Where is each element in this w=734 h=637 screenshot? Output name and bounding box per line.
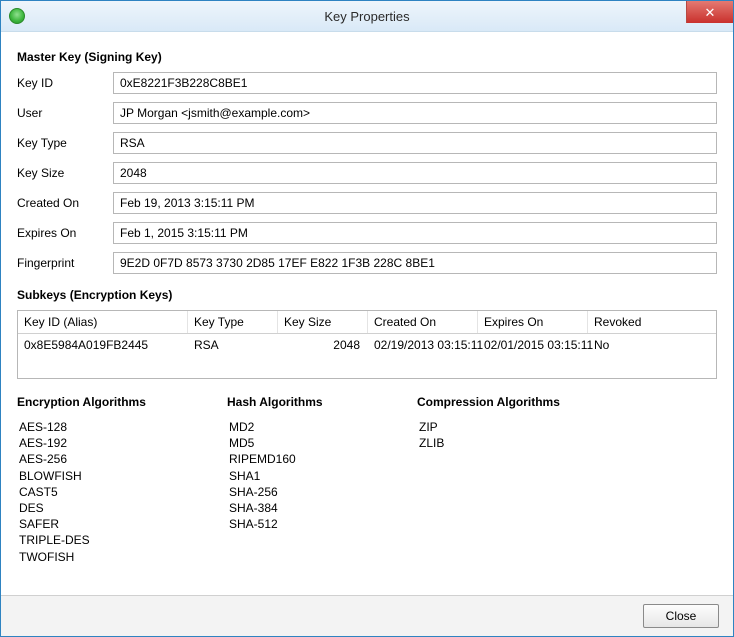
list-item: ZIP	[417, 419, 587, 435]
col-revoked[interactable]: Revoked	[588, 311, 716, 333]
list-item: SHA-512	[227, 516, 377, 532]
hash-algorithms: Hash Algorithms MD2MD5RIPEMD160SHA1SHA-2…	[227, 395, 377, 565]
master-key-form: Key ID 0xE8221F3B228C8BE1 User JP Morgan…	[17, 72, 717, 274]
label-expires-on: Expires On	[17, 226, 107, 240]
label-fingerprint: Fingerprint	[17, 256, 107, 270]
list-item: AES-192	[17, 435, 187, 451]
label-user: User	[17, 106, 107, 120]
label-key-size: Key Size	[17, 166, 107, 180]
subkeys-header-row: Key ID (Alias) Key Type Key Size Created…	[18, 311, 716, 334]
compression-list: ZIPZLIB	[417, 419, 587, 451]
label-key-type: Key Type	[17, 136, 107, 150]
field-expires-on[interactable]: Feb 1, 2015 3:15:11 PM	[113, 222, 717, 244]
cell-created-on: 02/19/2013 03:15:11	[368, 334, 478, 356]
list-item: SHA1	[227, 468, 377, 484]
key-properties-window: Key Properties ✕ Master Key (Signing Key…	[0, 0, 734, 637]
cell-key-type: RSA	[188, 334, 278, 356]
subkeys-table: Key ID (Alias) Key Type Key Size Created…	[17, 310, 717, 379]
list-item: SAFER	[17, 516, 187, 532]
field-key-type[interactable]: RSA	[113, 132, 717, 154]
master-key-heading: Master Key (Signing Key)	[17, 50, 717, 64]
field-key-size[interactable]: 2048	[113, 162, 717, 184]
compression-algorithms: Compression Algorithms ZIPZLIB	[417, 395, 587, 565]
hash-list: MD2MD5RIPEMD160SHA1SHA-256SHA-384SHA-512	[227, 419, 377, 532]
list-item: AES-128	[17, 419, 187, 435]
list-item: BLOWFISH	[17, 468, 187, 484]
window-close-button[interactable]: ✕	[686, 1, 733, 23]
algorithms-section: Encryption Algorithms AES-128AES-192AES-…	[17, 395, 717, 565]
hash-heading: Hash Algorithms	[227, 395, 377, 409]
col-key-size[interactable]: Key Size	[278, 311, 368, 333]
cell-key-size: 2048	[278, 334, 368, 356]
list-item: TWOFISH	[17, 549, 187, 565]
app-icon	[9, 8, 25, 24]
list-item: SHA-384	[227, 500, 377, 516]
label-key-id: Key ID	[17, 76, 107, 90]
col-key-id-alias[interactable]: Key ID (Alias)	[18, 311, 188, 333]
list-item: RIPEMD160	[227, 451, 377, 467]
list-item: AES-256	[17, 451, 187, 467]
list-item: ZLIB	[417, 435, 587, 451]
subkeys-heading: Subkeys (Encryption Keys)	[17, 288, 717, 302]
titlebar: Key Properties ✕	[1, 1, 733, 32]
content-area: Master Key (Signing Key) Key ID 0xE8221F…	[1, 32, 733, 595]
encryption-list: AES-128AES-192AES-256BLOWFISHCAST5DESSAF…	[17, 419, 187, 565]
col-key-type[interactable]: Key Type	[188, 311, 278, 333]
cell-key-id-alias: 0x8E5984A019FB2445	[18, 334, 188, 356]
field-user[interactable]: JP Morgan <jsmith@example.com>	[113, 102, 717, 124]
close-icon: ✕	[705, 6, 716, 19]
list-item: SHA-256	[227, 484, 377, 500]
encryption-algorithms: Encryption Algorithms AES-128AES-192AES-…	[17, 395, 187, 565]
cell-expires-on: 02/01/2015 03:15:11	[478, 334, 588, 356]
field-key-id[interactable]: 0xE8221F3B228C8BE1	[113, 72, 717, 94]
close-button[interactable]: Close	[643, 604, 719, 628]
cell-revoked: No	[588, 334, 716, 356]
table-row[interactable]: 0x8E5984A019FB2445 RSA 2048 02/19/2013 0…	[18, 334, 716, 356]
list-item: DES	[17, 500, 187, 516]
dialog-footer: Close	[1, 595, 733, 636]
list-item: CAST5	[17, 484, 187, 500]
label-created-on: Created On	[17, 196, 107, 210]
list-item: MD5	[227, 435, 377, 451]
col-created-on[interactable]: Created On	[368, 311, 478, 333]
table-spacer	[18, 356, 716, 378]
list-item: MD2	[227, 419, 377, 435]
encryption-heading: Encryption Algorithms	[17, 395, 187, 409]
window-title: Key Properties	[1, 9, 733, 24]
field-created-on[interactable]: Feb 19, 2013 3:15:11 PM	[113, 192, 717, 214]
list-item: TRIPLE-DES	[17, 532, 187, 548]
col-expires-on[interactable]: Expires On	[478, 311, 588, 333]
compression-heading: Compression Algorithms	[417, 395, 587, 409]
field-fingerprint[interactable]: 9E2D 0F7D 8573 3730 2D85 17EF E822 1F3B …	[113, 252, 717, 274]
